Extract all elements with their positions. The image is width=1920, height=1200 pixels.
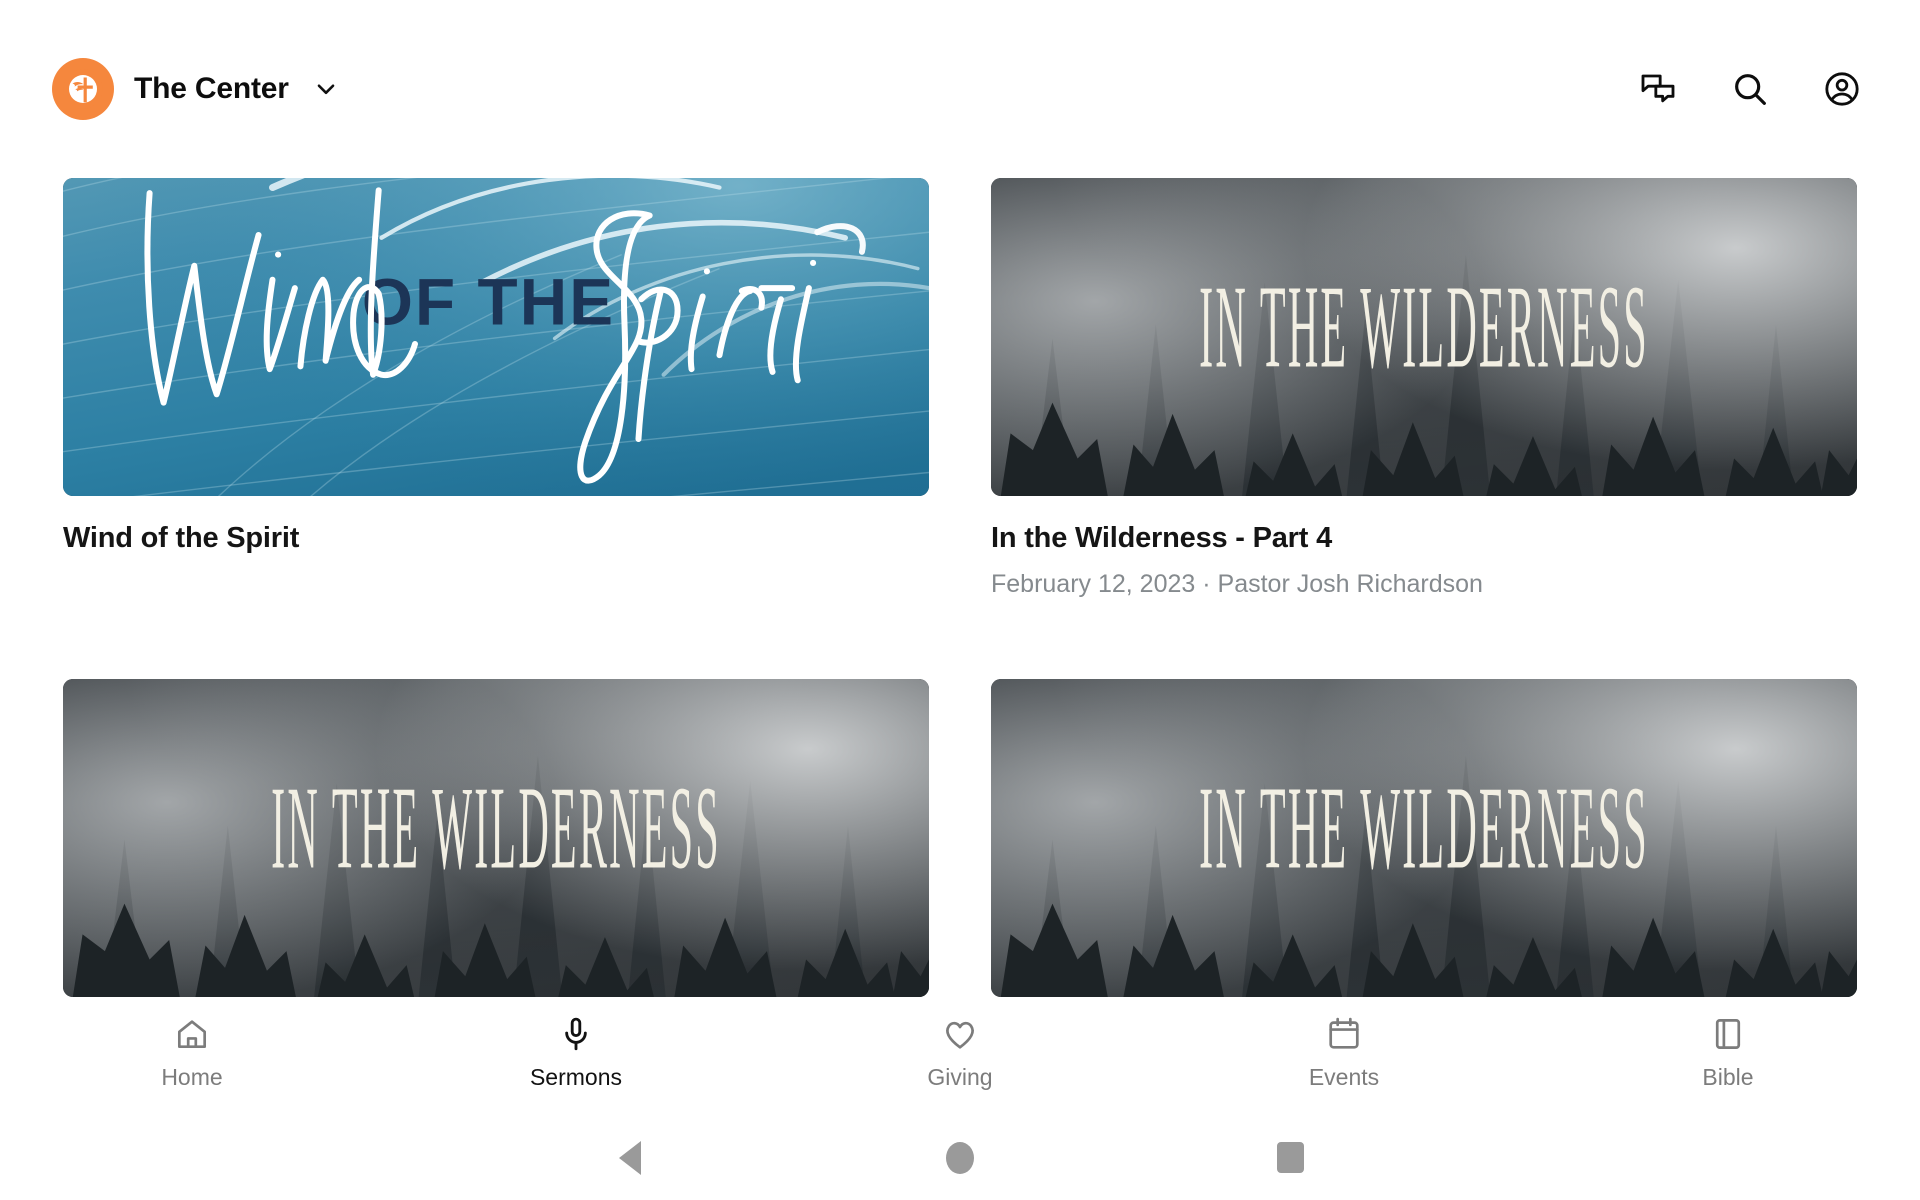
app-root: The Center OF THE Wind of the Spirit IN … xyxy=(0,0,1920,1200)
tab-home[interactable]: Home xyxy=(0,1014,384,1089)
sermon-artwork-wind-of-the-spirit[interactable]: OF THE xyxy=(63,178,929,496)
sermon-card[interactable]: IN THE WILDERNESS xyxy=(991,679,1857,997)
bottom-tab-bar: Home Sermons Giving Events Bible xyxy=(0,997,1920,1115)
tab-events[interactable]: Events xyxy=(1152,1014,1536,1089)
sermon-title: In the Wilderness - Part 4 xyxy=(991,522,1333,554)
home-icon xyxy=(173,1014,211,1054)
home-circle-icon xyxy=(946,1141,974,1174)
recents-square-icon xyxy=(1276,1142,1304,1173)
church-cross-logo-icon xyxy=(52,58,114,120)
tab-label: Giving xyxy=(927,1064,993,1090)
header-actions xyxy=(1638,69,1862,109)
android-system-nav xyxy=(0,1115,1920,1200)
svg-text:OF THE: OF THE xyxy=(362,265,615,338)
sermon-meta: February 12, 2023 · Pastor Josh Richards… xyxy=(991,570,1483,599)
system-home-button[interactable] xyxy=(795,1141,1125,1174)
system-recents-button[interactable] xyxy=(1125,1142,1455,1173)
heart-icon xyxy=(941,1014,979,1054)
brand-selector[interactable]: The Center xyxy=(52,58,339,120)
tab-giving[interactable]: Giving xyxy=(768,1014,1152,1089)
tab-label: Events xyxy=(1308,1064,1380,1090)
search-icon[interactable] xyxy=(1730,69,1770,109)
chat-bubbles-icon[interactable] xyxy=(1638,69,1678,109)
back-triangle-icon xyxy=(619,1140,641,1175)
sermon-card[interactable]: IN THE WILDERNESS In the Wilderness - Pa… xyxy=(991,178,1857,599)
chevron-down-icon[interactable] xyxy=(313,76,339,102)
artwork-text: IN THE WILDERNESS xyxy=(1199,764,1649,895)
book-icon xyxy=(1709,1014,1747,1054)
app-header: The Center xyxy=(0,0,1920,178)
tab-sermons[interactable]: Sermons xyxy=(384,1014,768,1089)
artwork-text: IN THE WILDERNESS xyxy=(1199,262,1649,393)
system-back-button[interactable] xyxy=(465,1140,795,1175)
sermon-card[interactable]: OF THE Wind of the Spirit xyxy=(63,178,929,599)
sermon-artwork-in-the-wilderness[interactable]: IN THE WILDERNESS xyxy=(991,679,1857,997)
tab-label: Bible xyxy=(1702,1064,1754,1090)
sermon-grid: OF THE Wind of the Spirit IN THE WILDERN… xyxy=(63,178,1857,997)
sermon-card[interactable]: IN THE WILDERNESS xyxy=(63,679,929,997)
calendar-icon xyxy=(1325,1014,1363,1054)
sermon-artwork-in-the-wilderness[interactable]: IN THE WILDERNESS xyxy=(991,178,1857,496)
tab-label: Home xyxy=(161,1064,223,1090)
artwork-text: IN THE WILDERNESS xyxy=(271,764,721,895)
account-circle-icon[interactable] xyxy=(1822,69,1862,109)
tab-label: Sermons xyxy=(529,1064,623,1090)
sermon-artwork-in-the-wilderness[interactable]: IN THE WILDERNESS xyxy=(63,679,929,997)
mic-icon xyxy=(557,1014,595,1054)
tab-bible[interactable]: Bible xyxy=(1536,1014,1920,1089)
sermon-list-scroll[interactable]: OF THE Wind of the Spirit IN THE WILDERN… xyxy=(0,178,1920,997)
sermon-title: Wind of the Spirit xyxy=(63,522,300,554)
brand-name: The Center xyxy=(134,72,289,105)
